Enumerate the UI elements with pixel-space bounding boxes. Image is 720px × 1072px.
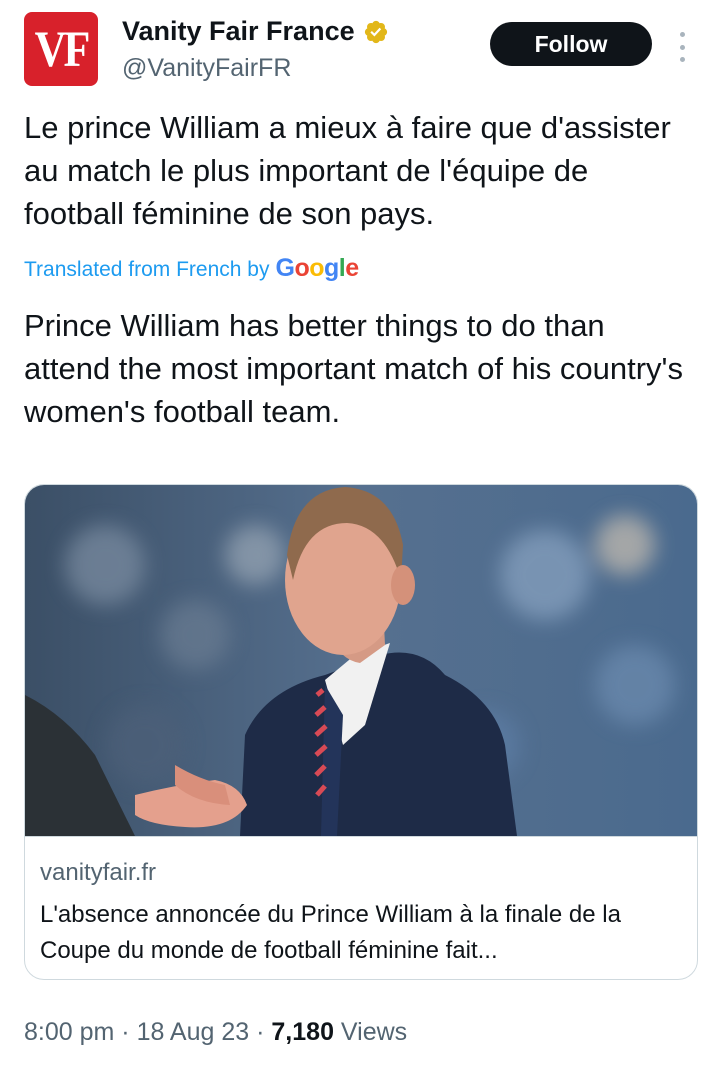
more-vertical-icon[interactable]: [670, 30, 694, 64]
avatar[interactable]: VF: [24, 12, 98, 86]
tweet-time[interactable]: 8:00 pm: [24, 1018, 114, 1046]
account-handle[interactable]: @VanityFairFR: [122, 54, 291, 83]
tweet-translated-text: Prince William has better things to do t…: [24, 308, 683, 429]
link-card-image[interactable]: [25, 485, 698, 836]
views-count: 7,180: [271, 1018, 334, 1046]
tweet-date[interactable]: 18 Aug 23: [137, 1018, 250, 1046]
follow-button[interactable]: Follow: [490, 22, 652, 66]
tweet-original-text: Le prince William a mieux à faire que d'…: [24, 110, 671, 231]
link-card-title: L'absence annoncée du Prince William à l…: [40, 901, 621, 964]
tweet-header: VF Vanity Fair France @VanityFairFR Foll…: [24, 12, 696, 92]
google-logo: Google: [275, 254, 359, 282]
separator-dot: ·: [114, 1018, 137, 1046]
tweet-meta: 8:00 pm · 18 Aug 23 · 7,180 Views: [24, 1018, 407, 1047]
views-label: Views: [333, 1018, 408, 1046]
name-row: Vanity Fair France: [122, 16, 389, 47]
translated-note: Translated from French by: [24, 258, 270, 281]
display-name[interactable]: Vanity Fair France: [122, 16, 355, 47]
verified-badge-icon[interactable]: [363, 19, 389, 45]
link-card-domain: vanityfair.fr: [40, 859, 157, 886]
link-card[interactable]: vanityfair.fr L'absence annoncée du Prin…: [24, 484, 698, 980]
link-card-meta[interactable]: vanityfair.fr L'absence annoncée du Prin…: [25, 836, 697, 979]
avatar-logo-text: VF: [34, 20, 91, 78]
separator-dot: ·: [249, 1018, 272, 1046]
translation-attribution[interactable]: Translated from French by Google: [24, 254, 359, 283]
